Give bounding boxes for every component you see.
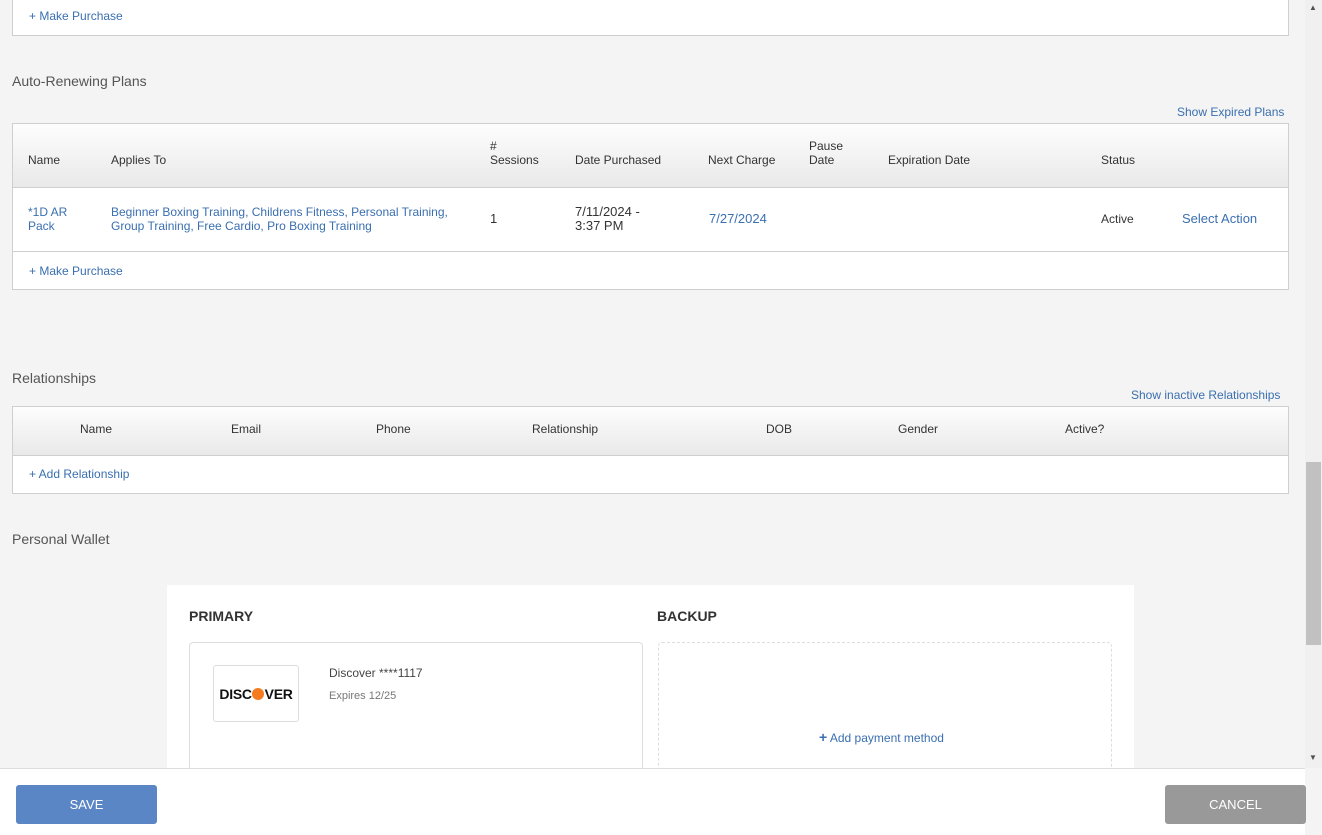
col-email: Email <box>231 422 262 436</box>
table-row: *1D AR Pack Beginner Boxing Training, Ch… <box>13 188 1288 252</box>
col-next-charge: Next Charge <box>708 153 776 167</box>
table-header: Name Applies To # Sessions Date Purchase… <box>13 124 1288 188</box>
show-inactive-relationships-link[interactable]: Show inactive Relationships <box>1131 388 1280 402</box>
make-purchase-link[interactable]: + Make Purchase <box>29 9 123 23</box>
scrollbar-thumb[interactable] <box>1306 462 1321 645</box>
relationships-table: Name Email Phone Relationship DOB Gender… <box>12 406 1289 494</box>
scroll-down-arrow-icon[interactable]: ▼ <box>1309 753 1317 762</box>
scroll-up-arrow-icon[interactable]: ▲ <box>1309 3 1317 12</box>
backup-heading: BACKUP <box>657 608 717 624</box>
col-relationship: Relationship <box>532 422 599 436</box>
date-purchased-value: 7/11/2024 - 3:37 PM <box>575 204 640 233</box>
col-expiration-date: Expiration Date <box>888 153 971 167</box>
plan-name-link[interactable]: *1D AR Pack <box>28 205 67 233</box>
plus-icon: + <box>819 729 828 745</box>
primary-card[interactable]: DISC VER Discover ****1117 Expires 12/25 <box>189 642 643 782</box>
col-phone: Phone <box>376 422 411 436</box>
add-relationship-link[interactable]: + Add Relationship <box>29 467 129 481</box>
sessions-value: 1 <box>490 211 498 226</box>
auto-renewing-title: Auto-Renewing Plans <box>12 73 147 89</box>
next-charge-link[interactable]: 7/27/2024 <box>709 212 767 226</box>
card-expires: Expires 12/25 <box>329 690 397 702</box>
primary-heading: PRIMARY <box>189 608 254 624</box>
backup-slot: + Add payment method <box>658 642 1112 782</box>
col-date-purchased: Date Purchased <box>575 153 662 167</box>
col-status: Status <box>1101 153 1136 167</box>
vertical-scrollbar[interactable]: ▲ ▼ <box>1305 0 1322 768</box>
save-button[interactable]: SAVE <box>16 785 157 824</box>
footer-bar: SAVE CANCEL <box>0 768 1306 835</box>
cancel-button[interactable]: CANCEL <box>1165 785 1306 824</box>
col-applies-to: Applies To <box>111 153 167 167</box>
discover-logo-icon: DISC VER <box>219 685 293 702</box>
table-header: Name Email Phone Relationship DOB Gender… <box>13 407 1288 456</box>
auto-renewing-table: Name Applies To # Sessions Date Purchase… <box>12 123 1289 290</box>
relationships-title: Relationships <box>12 370 97 386</box>
make-purchase-link[interactable]: + Make Purchase <box>29 264 123 278</box>
top-panel: + Make Purchase <box>12 0 1289 36</box>
col-active: Active? <box>1065 422 1105 436</box>
show-expired-plans-link[interactable]: Show Expired Plans <box>1177 105 1284 119</box>
col-name: Name <box>80 422 113 436</box>
add-payment-method-button[interactable]: + Add payment method <box>819 729 944 745</box>
col-dob: DOB <box>766 422 793 436</box>
card-name: Discover ****1117 <box>329 666 423 680</box>
status-value: Active <box>1101 212 1134 226</box>
personal-wallet-title: Personal Wallet <box>12 531 110 547</box>
select-action-link[interactable]: Select Action <box>1182 212 1257 226</box>
discover-logo: DISC VER <box>213 665 299 722</box>
col-pause-date: Pause Date <box>809 139 844 167</box>
applies-to-link[interactable]: Beginner Boxing Training, Childrens Fitn… <box>111 205 448 233</box>
wallet-panel: PRIMARY BACKUP DISC VER Discover ****1117… <box>167 585 1134 782</box>
col-gender: Gender <box>898 422 939 436</box>
col-name: Name <box>28 153 61 167</box>
col-sessions: # Sessions <box>490 139 539 167</box>
